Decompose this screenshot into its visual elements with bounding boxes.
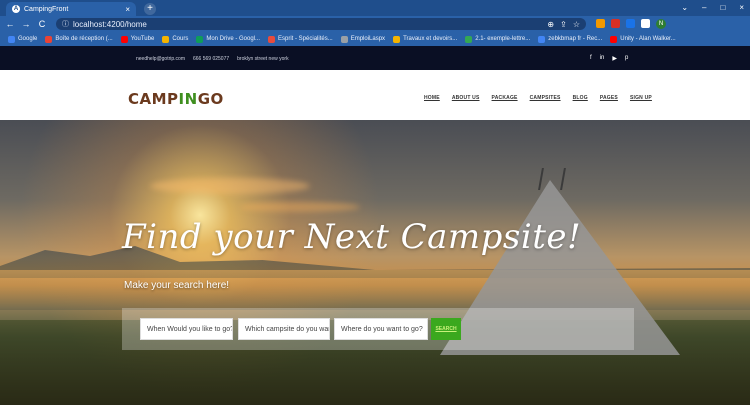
search-panel: When Would you like to go? Which campsit… <box>122 308 634 350</box>
close-window-icon[interactable]: × <box>739 3 744 12</box>
hero-section: Find your Next Campsite! Make your searc… <box>0 120 750 405</box>
contact-phone: 666 569 025077 <box>193 56 230 62</box>
youtube-icon <box>610 35 618 43</box>
site-header: CAMPINGO HOME ABOUT US PACKAGE CAMPSITES… <box>0 70 750 120</box>
minimize-icon[interactable]: – <box>702 3 706 12</box>
puzzle-icon[interactable] <box>641 19 650 28</box>
bookmark-item[interactable]: Boîte de réception (... <box>45 35 113 43</box>
tab-title: CampingFront <box>24 5 69 13</box>
hero-subtitle: Make your search here! <box>124 280 230 291</box>
bookmark-item[interactable]: 2.1- exemple-lettre... <box>465 35 530 43</box>
back-icon[interactable]: ← <box>4 19 16 29</box>
browser-toolbar: ← → C ⓘ localhost:4200/home ⊕ ⇪ ☆ N <box>0 16 750 32</box>
gmail-icon <box>45 35 53 43</box>
folder-icon <box>393 35 401 43</box>
tipi-poles <box>538 168 566 190</box>
tab-search-icon[interactable]: ⌄ <box>681 3 688 12</box>
bookmark-item[interactable]: Cours <box>162 35 188 43</box>
maximize-icon[interactable]: □ <box>720 3 725 12</box>
youtube-icon <box>120 35 128 43</box>
app-favicon-icon: A <box>12 5 20 13</box>
pinterest-icon[interactable]: p <box>625 55 628 62</box>
omnibox-actions: ⊕ ⇪ ☆ <box>547 20 580 29</box>
extension-icon[interactable] <box>596 19 605 28</box>
extensions-row: N <box>596 19 666 29</box>
drive-icon <box>465 35 473 43</box>
menu-item-about-us[interactable]: ABOUT US <box>452 95 480 101</box>
menu-item-package[interactable]: PACKAGE <box>492 95 518 101</box>
window-controls: ⌄ – □ × <box>681 3 744 12</box>
google-icon <box>538 35 546 43</box>
bookmarks-bar: Google Boîte de réception (... YouTube C… <box>0 32 750 46</box>
hero-title: Find your Next Campsite! <box>122 217 582 257</box>
profile-avatar[interactable]: N <box>656 19 666 29</box>
bookmark-item[interactable]: Unity - Alan Walker... <box>610 35 676 43</box>
contact-email[interactable]: needhelp@gotrip.com <box>136 56 185 62</box>
new-tab-button[interactable]: + <box>144 3 156 15</box>
hero-cloud <box>150 178 310 194</box>
bookmark-site-icon <box>268 35 276 43</box>
where-field[interactable]: Where do you want to go? <box>334 318 428 340</box>
globe-icon <box>340 35 348 43</box>
menu-item-home[interactable]: HOME <box>424 95 440 101</box>
linkedin-icon[interactable]: in <box>600 55 605 62</box>
twitter-icon[interactable]: f <box>590 55 592 62</box>
tab-close-icon[interactable]: × <box>125 5 130 14</box>
menu-item-campsites[interactable]: CAMPSITES <box>530 95 561 101</box>
when-field[interactable]: When Would you like to go? <box>140 318 233 340</box>
site-info-icon[interactable]: ⓘ <box>62 19 69 29</box>
bookmark-item[interactable]: Travaux et devoirs... <box>393 35 457 43</box>
forward-icon[interactable]: → <box>20 19 32 29</box>
address-bar[interactable]: ⓘ localhost:4200/home ⊕ ⇪ ☆ <box>56 18 586 30</box>
bookmark-item[interactable]: zebkbmap fr - Rec... <box>538 35 602 43</box>
site-topbar: needhelp@gotrip.com 666 569 025077 brokl… <box>0 46 750 70</box>
bookmark-star-icon[interactable]: ☆ <box>573 20 580 29</box>
hero-cloud <box>240 202 360 212</box>
reload-icon[interactable]: C <box>36 19 48 29</box>
folder-icon <box>162 35 170 43</box>
bookmark-item[interactable]: Esprit - Spécialités... <box>268 35 333 43</box>
menu-item-pages[interactable]: PAGES <box>600 95 618 101</box>
tab-campingfront[interactable]: A CampingFront × <box>6 2 136 16</box>
menu-item-blog[interactable]: BLOG <box>573 95 588 101</box>
bookmark-item[interactable]: YouTube <box>120 35 154 43</box>
bookmark-item[interactable]: Mon Drive - Googl... <box>196 35 260 43</box>
address-url: localhost:4200/home <box>73 19 147 29</box>
main-menu: HOME ABOUT US PACKAGE CAMPSITES BLOG PAG… <box>424 95 652 101</box>
search-button[interactable]: SEARCH <box>431 318 461 340</box>
drive-icon <box>196 35 204 43</box>
extension-icon[interactable] <box>611 19 620 28</box>
site-logo[interactable]: CAMPINGO <box>128 90 224 108</box>
extension-icon[interactable] <box>626 19 635 28</box>
browser-tabstrip: A CampingFront × + ⌄ – □ × <box>0 0 750 16</box>
bookmark-item[interactable]: Google <box>8 35 37 43</box>
zoom-icon[interactable]: ⊕ <box>547 20 554 29</box>
social-links: f in ▶ p <box>590 55 628 62</box>
campsite-field[interactable]: Which campsite do you want? <box>238 318 330 340</box>
share-icon[interactable]: ⇪ <box>560 20 567 29</box>
contact-info: needhelp@gotrip.com 666 569 025077 brokl… <box>136 56 289 62</box>
menu-item-sign-up[interactable]: SIGN UP <box>630 95 652 101</box>
contact-address: broklyn street new york <box>237 56 289 62</box>
bookmark-item[interactable]: EmploiLaspx <box>340 35 385 43</box>
google-icon <box>8 35 15 43</box>
youtube-icon[interactable]: ▶ <box>612 55 617 62</box>
